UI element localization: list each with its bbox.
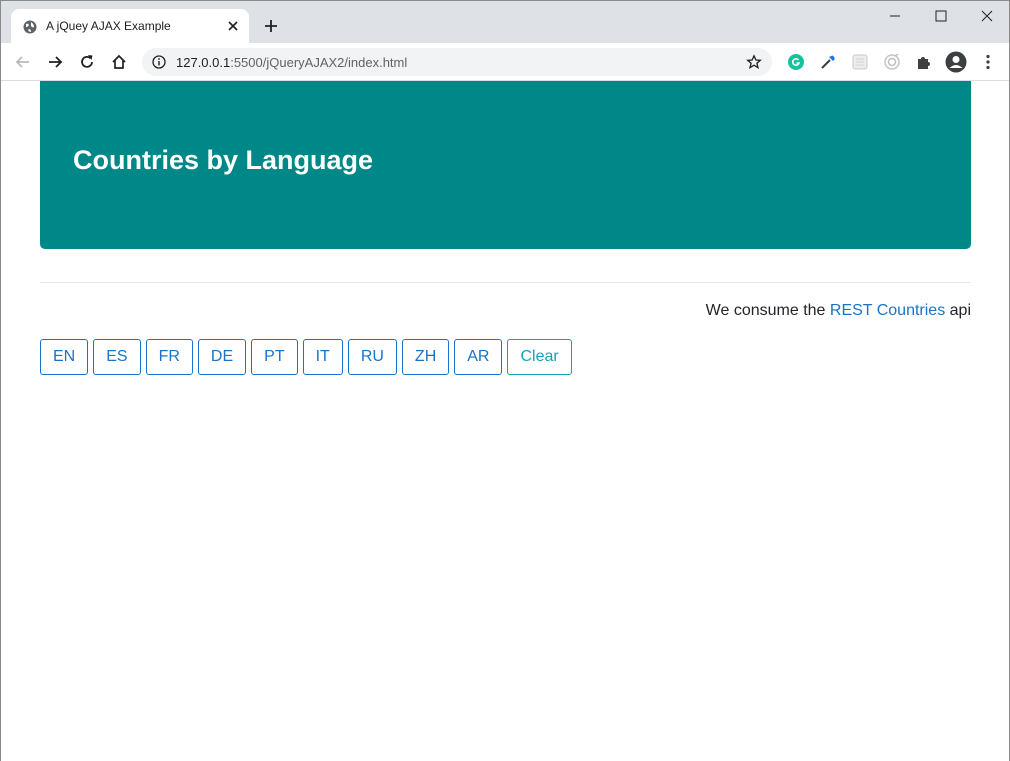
maximize-icon[interactable] <box>933 8 949 24</box>
attribution-text: We consume the REST Countries api <box>706 302 971 320</box>
attribution-prefix: We consume the <box>705 302 830 319</box>
extension-icon[interactable] <box>883 53 901 71</box>
close-icon[interactable] <box>227 20 239 32</box>
clear-button[interactable]: Clear <box>507 339 572 375</box>
browser-tab[interactable]: A jQuey AJAX Example <box>11 9 249 43</box>
plus-icon[interactable] <box>263 18 279 34</box>
language-button-it[interactable]: IT <box>302 339 343 375</box>
attribution-suffix: api <box>945 302 971 319</box>
jumbotron: Countries by Language <box>40 81 971 249</box>
back-icon[interactable] <box>14 53 32 71</box>
language-button-en[interactable]: EN <box>40 339 89 375</box>
globe-icon <box>23 20 37 34</box>
window-close-icon[interactable] <box>979 8 995 24</box>
language-button-ar[interactable]: AR <box>454 339 503 375</box>
url-text: 127.0.0.1:5500/jQueryAJAX2/index.html <box>176 55 407 70</box>
address-bar[interactable]: 127.0.0.1:5500/jQueryAJAX2/index.html <box>142 48 772 76</box>
language-button-de[interactable]: DE <box>197 339 247 375</box>
tab-strip: A jQuey AJAX Example <box>1 1 1009 43</box>
browser-toolbar: 127.0.0.1:5500/jQueryAJAX2/index.html <box>1 43 1009 81</box>
url-path: :5500/jQueryAJAX2/index.html <box>230 55 408 70</box>
eyedropper-icon[interactable] <box>819 53 837 71</box>
url-host: 127.0.0.1 <box>176 55 231 70</box>
profile-icon[interactable] <box>945 51 967 73</box>
language-button-es[interactable]: ES <box>93 339 141 375</box>
language-button-fr[interactable]: FR <box>145 339 193 375</box>
grammarly-icon[interactable] <box>787 53 805 71</box>
language-button-zh[interactable]: ZH <box>401 339 450 375</box>
extension-icon[interactable] <box>851 53 869 71</box>
language-buttons: EN ES FR DE PT IT RU ZH AR Clear <box>40 339 572 375</box>
tab-title: A jQuey AJAX Example <box>46 19 171 33</box>
puzzle-icon[interactable] <box>915 53 933 71</box>
minimize-icon[interactable] <box>887 8 903 24</box>
home-icon[interactable] <box>110 53 128 71</box>
language-button-ru[interactable]: RU <box>347 339 397 375</box>
reload-icon[interactable] <box>78 53 96 71</box>
divider <box>40 282 971 283</box>
star-icon[interactable] <box>746 54 762 70</box>
page-content: Countries by Language We consume the RES… <box>1 81 1009 761</box>
rest-countries-link[interactable]: REST Countries <box>830 302 945 319</box>
page-title: Countries by Language <box>73 145 374 175</box>
menu-icon[interactable] <box>979 53 997 71</box>
language-button-pt[interactable]: PT <box>251 339 298 375</box>
info-icon[interactable] <box>152 55 166 69</box>
forward-icon[interactable] <box>46 53 64 71</box>
